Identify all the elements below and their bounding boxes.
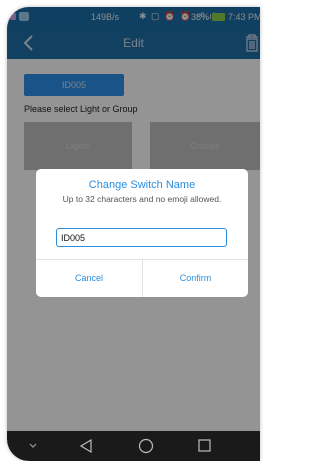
nav-back-icon[interactable] <box>79 438 93 454</box>
change-name-dialog: Change Switch Name Up to 32 characters a… <box>36 169 248 297</box>
phone-screen: 149B/s ✱ ▢ ⏰ ⏰ ⁴ᴳ.ıl 38% 7:43 PM Edit ID… <box>7 7 260 461</box>
confirm-button[interactable]: Confirm <box>143 260 248 297</box>
nav-home-icon[interactable] <box>138 438 154 454</box>
dialog-title: Change Switch Name <box>88 179 196 191</box>
cancel-button[interactable]: Cancel <box>36 260 142 297</box>
nav-recents-icon[interactable] <box>198 439 211 452</box>
system-nav-bar <box>7 431 260 461</box>
chevron-down-icon[interactable] <box>27 439 39 451</box>
switch-name-input[interactable] <box>56 228 227 247</box>
dialog-message: Up to 32 characters and no emoji allowed… <box>62 194 222 204</box>
